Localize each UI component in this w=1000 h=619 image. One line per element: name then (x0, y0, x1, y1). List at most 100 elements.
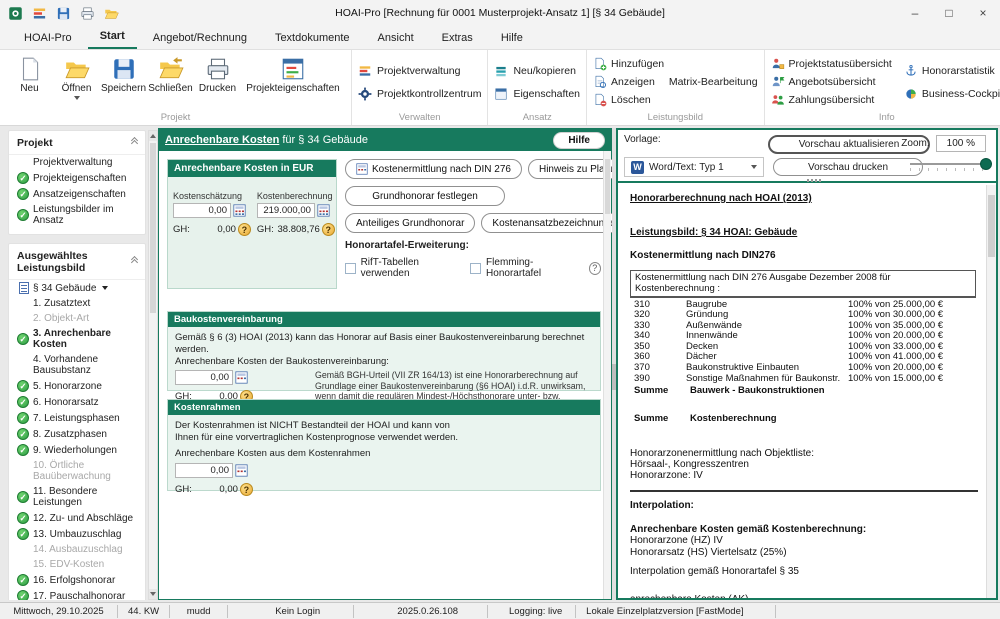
scroll-up-icon[interactable] (149, 131, 157, 141)
matrix-bearbeitung-button[interactable]: Matrix-Bearbeitung (669, 76, 758, 88)
gh-value: 0,00 (192, 224, 236, 235)
print-icon[interactable] (80, 6, 95, 21)
preview-scrollbar[interactable] (986, 185, 996, 598)
vorlage-dropdown[interactable]: W Word/Text: Typ 1 (624, 157, 764, 177)
scrollbar-thumb[interactable] (150, 143, 156, 313)
sidebar-item-projektverwaltung[interactable]: Projektverwaltung (9, 155, 145, 170)
kostenermittlung-din276-button[interactable]: Kostenermittlung nach DIN 276 (345, 159, 522, 179)
loeschen-button[interactable]: Löschen (593, 93, 758, 107)
document-add-icon (593, 57, 607, 71)
eigenschaften-button[interactable]: Eigenschaften (494, 87, 580, 101)
projektstatusuebersicht-button[interactable]: Projektstatusübersicht (771, 57, 892, 71)
collapse-icon[interactable] (132, 140, 137, 146)
sidebar-item-erfolgshonorar[interactable]: ✓16. Erfolgshonorar (9, 572, 145, 588)
tab-extras[interactable]: Extras (430, 28, 485, 49)
sidebar-item-vorhandene-bausubstanz[interactable]: 4. Vorhandene Bausubstanz (9, 352, 145, 378)
minimize-button[interactable]: – (898, 0, 932, 26)
speichern-button[interactable]: Speichern (100, 53, 147, 94)
calculator-icon[interactable] (235, 371, 248, 384)
sidebar-scrollbar[interactable] (148, 130, 158, 600)
sidebar-card-projekt: Projekt Projektverwaltung ✓Projekteigens… (8, 130, 146, 235)
kostenschaetzung-input[interactable]: 0,00 (173, 203, 231, 218)
kostenrahmen-input[interactable]: 0,00 (175, 463, 233, 478)
sidebar-item-honorarzone[interactable]: ✓5. Honorarzone (9, 378, 145, 394)
projektverwaltung-button[interactable]: Projektverwaltung (358, 64, 481, 78)
sidebar-item-objekt-art[interactable]: 2. Objekt-Art (9, 311, 145, 326)
sidebar-item-besondere-leistungen[interactable]: ✓11. Besondere Leistungen (9, 484, 145, 510)
scrollbar-thumb[interactable] (988, 195, 995, 257)
group-caption-projekt: Projekt (6, 111, 345, 125)
flemming-checkbox[interactable] (470, 263, 481, 274)
calculator-icon[interactable] (235, 464, 248, 477)
anteiliges-grundhonorar-button[interactable]: Anteiliges Grundhonorar (345, 213, 475, 233)
collapse-icon[interactable] (132, 259, 137, 265)
neu-button[interactable]: Neu (6, 53, 53, 94)
gh-label: GH: (175, 484, 192, 496)
rift-tabellen-checkbox[interactable] (345, 263, 356, 274)
business-cockpit-button[interactable]: Business-Cockpit (904, 87, 1000, 101)
baukosten-intro: Gemäß § 6 (3) HOAI (2013) kann das Honor… (175, 332, 593, 356)
vorschau-drucken-button[interactable]: Vorschau drucken (773, 158, 923, 176)
tab-ansicht[interactable]: Ansicht (366, 28, 426, 49)
kostenberechnung-input[interactable]: 219.000,00 (257, 203, 315, 218)
hilfe-button[interactable]: Hilfe (553, 132, 605, 149)
projekteigenschaften-button[interactable]: Projekteigenschaften (241, 53, 345, 94)
sidebar-item-pauschalhonorar[interactable]: ✓17. Pauschalhonorar (9, 588, 145, 600)
scroll-down-icon[interactable] (149, 589, 157, 599)
sidebar-item-leistungsphasen[interactable]: ✓7. Leistungsphasen (9, 410, 145, 426)
save-icon[interactable] (56, 6, 71, 21)
baukosten-input[interactable]: 0,00 (175, 370, 233, 385)
sidebar-item-ausbauzuschlag[interactable]: 14. Ausbauzuschlag (9, 542, 145, 557)
calculator-icon[interactable] (233, 204, 246, 217)
tab-angebot-rechnung[interactable]: Angebot/Rechnung (141, 28, 259, 49)
sidebar-item-honorarsatz[interactable]: ✓6. Honorarsatz (9, 394, 145, 410)
grundhonorar-festlegen-button[interactable]: Grundhonorar festlegen (345, 186, 505, 206)
tab-hoai-pro[interactable]: HOAI-Pro (12, 28, 84, 49)
tab-textdokumente[interactable]: Textdokumente (263, 28, 362, 49)
tab-hilfe[interactable]: Hilfe (489, 28, 535, 49)
slider-knob[interactable] (980, 158, 992, 170)
open-folder-icon[interactable] (104, 6, 119, 21)
main-panel-scrollbar[interactable] (603, 151, 611, 599)
anzeigen-button[interactable]: Anzeigen (593, 75, 655, 89)
help-badge-icon[interactable]: ? (238, 223, 251, 236)
neu-kopieren-button[interactable]: Neu/kopieren (494, 64, 580, 78)
sidebar-item-oertliche-bauueberwachung[interactable]: 10. Örtliche Bauüberwachung (9, 458, 145, 484)
sidebar-item-edv-kosten[interactable]: 15. EDV-Kosten (9, 557, 145, 572)
anchor-icon (904, 64, 918, 78)
close-button[interactable]: × (966, 0, 1000, 26)
project-list-icon[interactable] (32, 6, 47, 21)
dropdown-caret-icon (74, 96, 80, 100)
tab-start[interactable]: Start (88, 26, 137, 49)
sidebar-item-zusatzphasen[interactable]: ✓8. Zusatzphasen (9, 426, 145, 442)
angebotsuebersicht-button[interactable]: Angebotsübersicht (771, 75, 892, 89)
zahlungsuebersicht-button[interactable]: Zahlungsübersicht (771, 93, 892, 107)
check-icon: ✓ (17, 444, 29, 456)
drucken-button[interactable]: Drucken (194, 53, 241, 94)
table-row: 370Baukonstruktive Einbauten100% von 20.… (634, 362, 978, 373)
sidebar-item-ansatzeigenschaften[interactable]: ✓Ansatzeigenschaften (9, 186, 145, 202)
sidebar-item-projekteigenschaften[interactable]: ✓Projekteigenschaften (9, 170, 145, 186)
sidebar-item-leistungsbilder-im-ansatz[interactable]: ✓Leistungsbilder im Ansatz (9, 202, 145, 228)
sidebar-item-zu-und-abschlaege[interactable]: ✓12. Zu- und Abschläge (9, 510, 145, 526)
sidebar-item-zusatztext[interactable]: 1. Zusatztext (9, 296, 145, 311)
projektkontrollzentrum-button[interactable]: Projektkontrollzentrum (358, 87, 481, 101)
maximize-button[interactable]: □ (932, 0, 966, 26)
honorarstatistik-button[interactable]: Honorarstatistik (904, 64, 1000, 78)
sidebar-item-wiederholungen[interactable]: ✓9. Wiederholungen (9, 442, 145, 458)
sidebar-item-anrechenbare-kosten[interactable]: ✓3. Anrechenbare Kosten (9, 326, 145, 352)
zoom-slider[interactable] (910, 163, 988, 165)
sidebar-item-paragraph-34-gebaeude[interactable]: § 34 Gebäude (9, 280, 145, 296)
calculator-icon[interactable] (317, 204, 330, 217)
scrollbar-thumb[interactable] (605, 159, 610, 214)
help-badge-icon[interactable]: ? (322, 223, 335, 236)
help-badge-icon[interactable]: ? (240, 483, 253, 496)
sidebar-item-umbauzuschlag[interactable]: ✓13. Umbauzuschlag (9, 526, 145, 542)
toolbar-grip[interactable] (807, 179, 821, 182)
oeffnen-button[interactable]: Öffnen (53, 53, 100, 100)
app-icon (8, 6, 23, 21)
hinzufuegen-button[interactable]: Hinzufügen (593, 57, 758, 71)
schliessen-button[interactable]: Schließen (147, 53, 194, 94)
question-circle-icon[interactable]: ? (589, 262, 601, 275)
check-icon: ✓ (17, 412, 29, 424)
